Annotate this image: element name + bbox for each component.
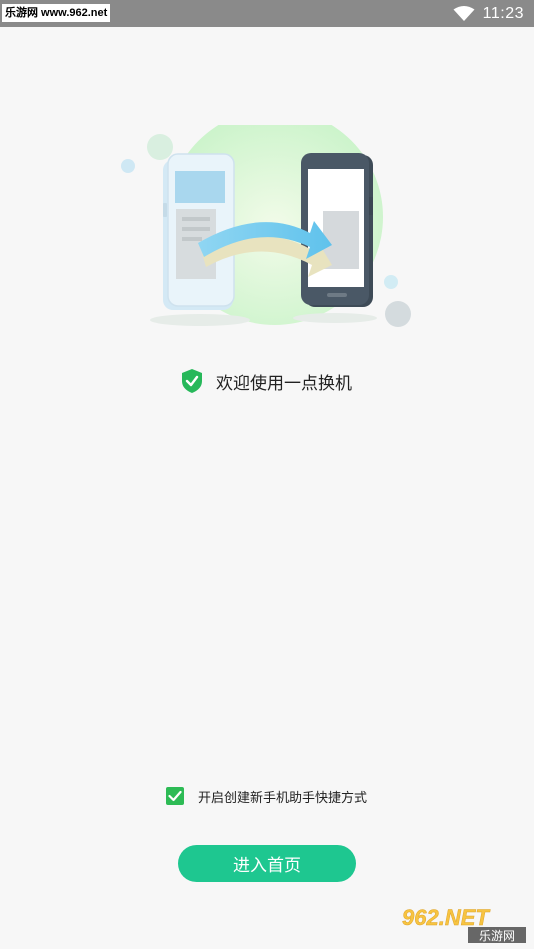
- bubble: [147, 134, 173, 160]
- status-icons: 11:23: [453, 0, 524, 27]
- wifi-icon: [453, 5, 475, 21]
- bubble: [385, 301, 411, 327]
- watermark-subtitle: 乐游网: [479, 929, 515, 943]
- status-time: 11:23: [482, 4, 524, 22]
- bubble: [121, 159, 135, 173]
- shortcut-label: 开启创建新手机助手快捷方式: [198, 790, 368, 806]
- welcome-text: 欢迎使用一点换机: [216, 373, 352, 394]
- check-icon: [168, 790, 182, 802]
- bubble: [384, 275, 398, 289]
- watermark-brand: 962.NET: [402, 905, 490, 930]
- phone-transfer-illustration: [121, 125, 411, 327]
- status-bar: 乐游网 www.962.net 11:23: [0, 0, 534, 27]
- shadow: [150, 314, 250, 326]
- watermark-label: 乐游网 www.962.net: [2, 4, 111, 22]
- shortcut-option[interactable]: 开启创建新手机助手快捷方式: [166, 786, 367, 806]
- shadow: [293, 313, 377, 323]
- enter-homepage-button[interactable]: 进入首页: [178, 845, 356, 882]
- shortcut-checkbox[interactable]: [166, 787, 184, 805]
- site-watermark-logo: 962.NET 乐游网: [402, 905, 526, 943]
- welcome-line: 欢迎使用一点换机: [0, 368, 534, 394]
- shield-check-icon: [182, 369, 202, 393]
